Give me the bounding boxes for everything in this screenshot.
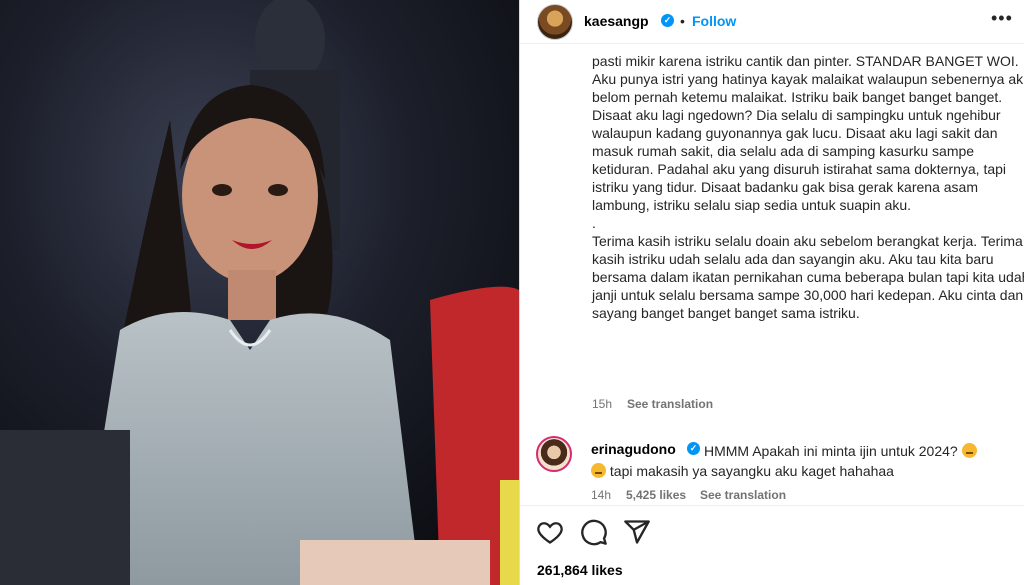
see-translation-link[interactable]: See translation xyxy=(627,397,713,411)
comment-see-translation-link[interactable]: See translation xyxy=(700,488,786,502)
author-avatar[interactable] xyxy=(537,4,573,40)
caption-paragraph-1: pasti mikir karena istriku cantik dan pi… xyxy=(592,53,1024,213)
commenter-username[interactable]: erinagudono xyxy=(591,441,676,457)
thinking-emoji-icon xyxy=(961,443,977,458)
post-caption: pasti mikir karena istriku cantik dan pi… xyxy=(592,52,1024,322)
comment-text-part1: HMMM Apakah ini minta ijin untuk 2024? xyxy=(704,443,958,459)
likes-count[interactable]: 261,864 likes xyxy=(537,562,623,578)
comment-time[interactable]: 14h xyxy=(591,488,611,502)
action-bar xyxy=(520,505,1024,555)
post-panel: kaesangp ✓ • Follow ••• pasti mikir kare… xyxy=(519,0,1024,585)
photo-illustration xyxy=(0,0,519,585)
share-icon[interactable] xyxy=(623,518,651,546)
more-options-icon[interactable]: ••• xyxy=(991,8,1013,29)
post-photo[interactable] xyxy=(0,0,519,585)
commenter-avatar[interactable] xyxy=(536,436,572,472)
comment-icon[interactable] xyxy=(580,518,608,546)
post-header: kaesangp ✓ • Follow ••• xyxy=(520,0,1024,44)
heart-icon[interactable] xyxy=(536,518,564,546)
verified-badge-icon: ✓ xyxy=(687,442,700,455)
separator-dot: • xyxy=(680,13,685,29)
follow-button[interactable]: Follow xyxy=(692,13,736,29)
caption-paragraph-2: . xyxy=(592,215,596,231)
caption-paragraph-3: Terima kasih istriku selalu doain aku se… xyxy=(592,233,1024,321)
post-time[interactable]: 15h xyxy=(592,397,612,411)
author-username[interactable]: kaesangp xyxy=(584,13,649,29)
comment-text-part2: tapi makasih ya sayangku aku kaget hahah… xyxy=(609,463,894,479)
comment-likes[interactable]: 5,425 likes xyxy=(626,488,686,502)
thinking-emoji-icon xyxy=(591,463,606,478)
verified-badge-icon: ✓ xyxy=(661,14,674,27)
